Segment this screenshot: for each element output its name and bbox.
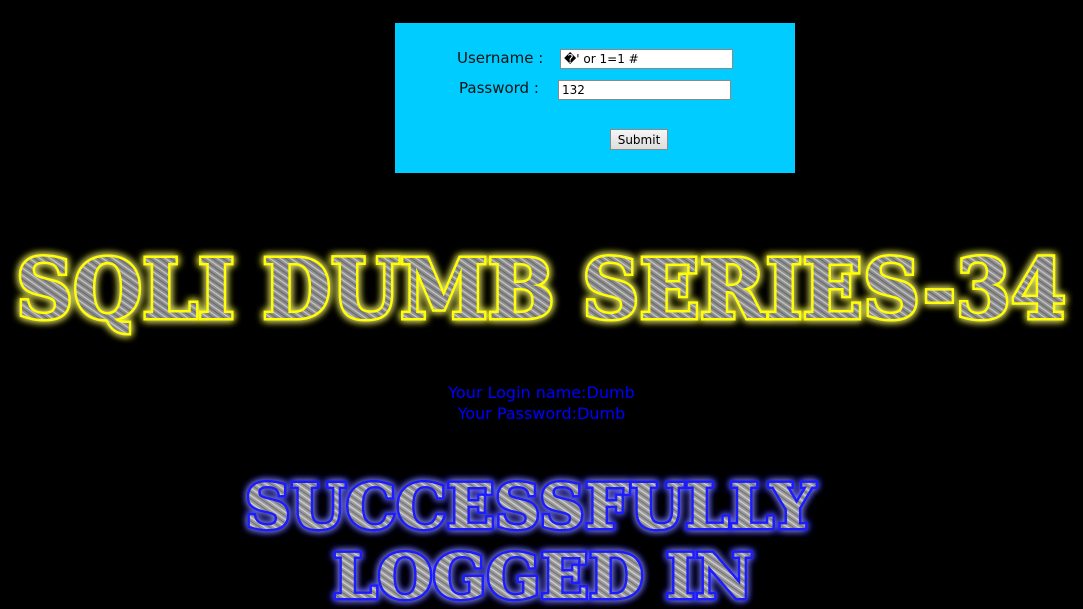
success-line-1: SUCCESSFULLY	[245, 470, 816, 543]
series-title-text: SQLI DUMB SERIES-34	[16, 242, 1066, 338]
username-label: Username :	[457, 49, 544, 67]
success-logged-in-image: SUCCESSFULLY LOGGED IN	[243, 468, 819, 609]
password-text: Your Password:Dumb	[457, 404, 626, 423]
username-input[interactable]	[560, 49, 733, 69]
password-label: Password :	[459, 79, 539, 97]
series-title-banner: SQLI DUMB SERIES-34	[14, 240, 1069, 341]
success-line-2: LOGGED IN	[333, 540, 753, 609]
password-input[interactable]	[558, 80, 731, 100]
login-panel: Username : Password : Submit	[395, 23, 795, 173]
submit-button[interactable]: Submit	[610, 129, 668, 150]
login-name-text: Your Login name:Dumb	[448, 383, 635, 402]
